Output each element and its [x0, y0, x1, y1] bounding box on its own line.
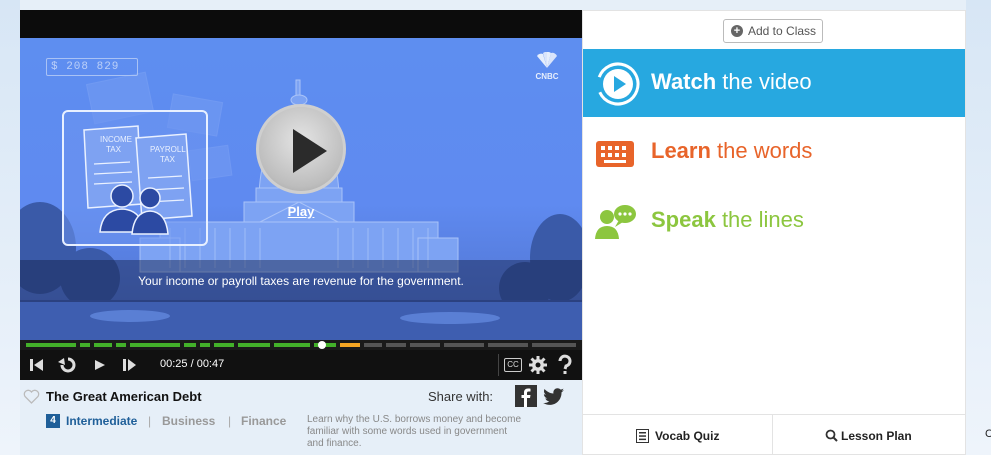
watch-video-label: Watch the video	[651, 69, 812, 94]
replay-icon[interactable]	[56, 356, 80, 374]
video-title: The Great American Debt	[46, 389, 202, 404]
category-business-link[interactable]: Business	[162, 414, 215, 428]
list-icon	[636, 429, 649, 443]
play-circle-icon	[596, 62, 640, 106]
svg-text:TAX: TAX	[160, 155, 176, 164]
video-caption: Your income or payroll taxes are revenue…	[138, 274, 464, 288]
level-badge: 4	[46, 414, 60, 428]
video-player[interactable]: $ 208 829 CNBC INCOME TAX PAYROLL TAX Pl…	[20, 10, 582, 380]
income-tax-label: INCOME	[100, 135, 132, 144]
play-small-icon[interactable]	[92, 356, 108, 374]
category-finance-link[interactable]: Finance	[241, 414, 286, 428]
vocab-quiz-label: Vocab Quiz	[655, 429, 720, 443]
lesson-plan-label: Lesson Plan	[841, 429, 912, 443]
add-to-class-button[interactable]: + Add to Class	[723, 19, 823, 43]
cnbc-wordmark: CNBC	[535, 72, 559, 81]
cnbc-logo: CNBC	[526, 52, 568, 88]
payroll-tax-label: PAYROLL	[150, 145, 186, 154]
add-to-class-label: Add to Class	[748, 24, 817, 38]
svg-text:TAX: TAX	[106, 145, 122, 154]
speaking-person-icon	[595, 205, 636, 239]
search-icon	[825, 429, 838, 442]
captions-button[interactable]: CC	[498, 354, 524, 376]
video-description: Learn why the U.S. borrows money and bec…	[307, 414, 521, 449]
video-frame[interactable]: $ 208 829 CNBC INCOME TAX PAYROLL TAX Pl…	[20, 38, 582, 340]
progress-knob[interactable]	[318, 341, 326, 349]
lesson-plan-button[interactable]: Lesson Plan	[773, 414, 965, 455]
speak-lines-label: Speak the lines	[651, 207, 804, 232]
play-button[interactable]	[256, 104, 346, 194]
previous-line-icon[interactable]	[28, 356, 46, 374]
next-line-icon[interactable]	[120, 356, 138, 374]
progress-bar[interactable]	[20, 340, 582, 350]
page-background-left	[0, 0, 20, 455]
debt-counter: $ 208 829	[46, 58, 138, 76]
separator: |	[228, 414, 232, 428]
time-display: 00:25 / 00:47	[160, 358, 225, 370]
video-controls: 00:25 / 00:47 CC	[20, 350, 582, 380]
facebook-share-icon[interactable]	[515, 385, 537, 407]
help-icon[interactable]	[556, 354, 574, 376]
video-top-bar	[20, 10, 582, 38]
settings-gear-icon[interactable]	[527, 355, 549, 375]
separator: |	[148, 414, 152, 428]
plus-circle-icon: +	[731, 25, 743, 37]
watch-video-item[interactable]: Watch the video	[583, 49, 965, 117]
favorite-heart-icon[interactable]	[23, 389, 40, 404]
level-link[interactable]: Intermediate	[66, 414, 137, 428]
keyboard-icon	[596, 141, 634, 167]
cc-icon: CC	[504, 358, 522, 372]
twitter-share-icon[interactable]	[543, 387, 565, 407]
speak-lines-item[interactable]: Speak the lines	[583, 187, 965, 255]
learn-words-item[interactable]: Learn the words	[583, 118, 965, 186]
activity-panel: + Add to Class Watch the video Learn the…	[582, 10, 966, 455]
page-background-right	[966, 0, 991, 455]
share-label: Share with:	[428, 389, 494, 404]
play-icon	[293, 129, 327, 173]
edge-partial-text: C	[985, 428, 991, 440]
play-link[interactable]: Play	[270, 204, 332, 219]
learn-words-label: Learn the words	[651, 138, 813, 163]
vocab-quiz-button[interactable]: Vocab Quiz	[583, 414, 773, 455]
tax-forms-card: INCOME TAX PAYROLL TAX	[62, 110, 208, 246]
